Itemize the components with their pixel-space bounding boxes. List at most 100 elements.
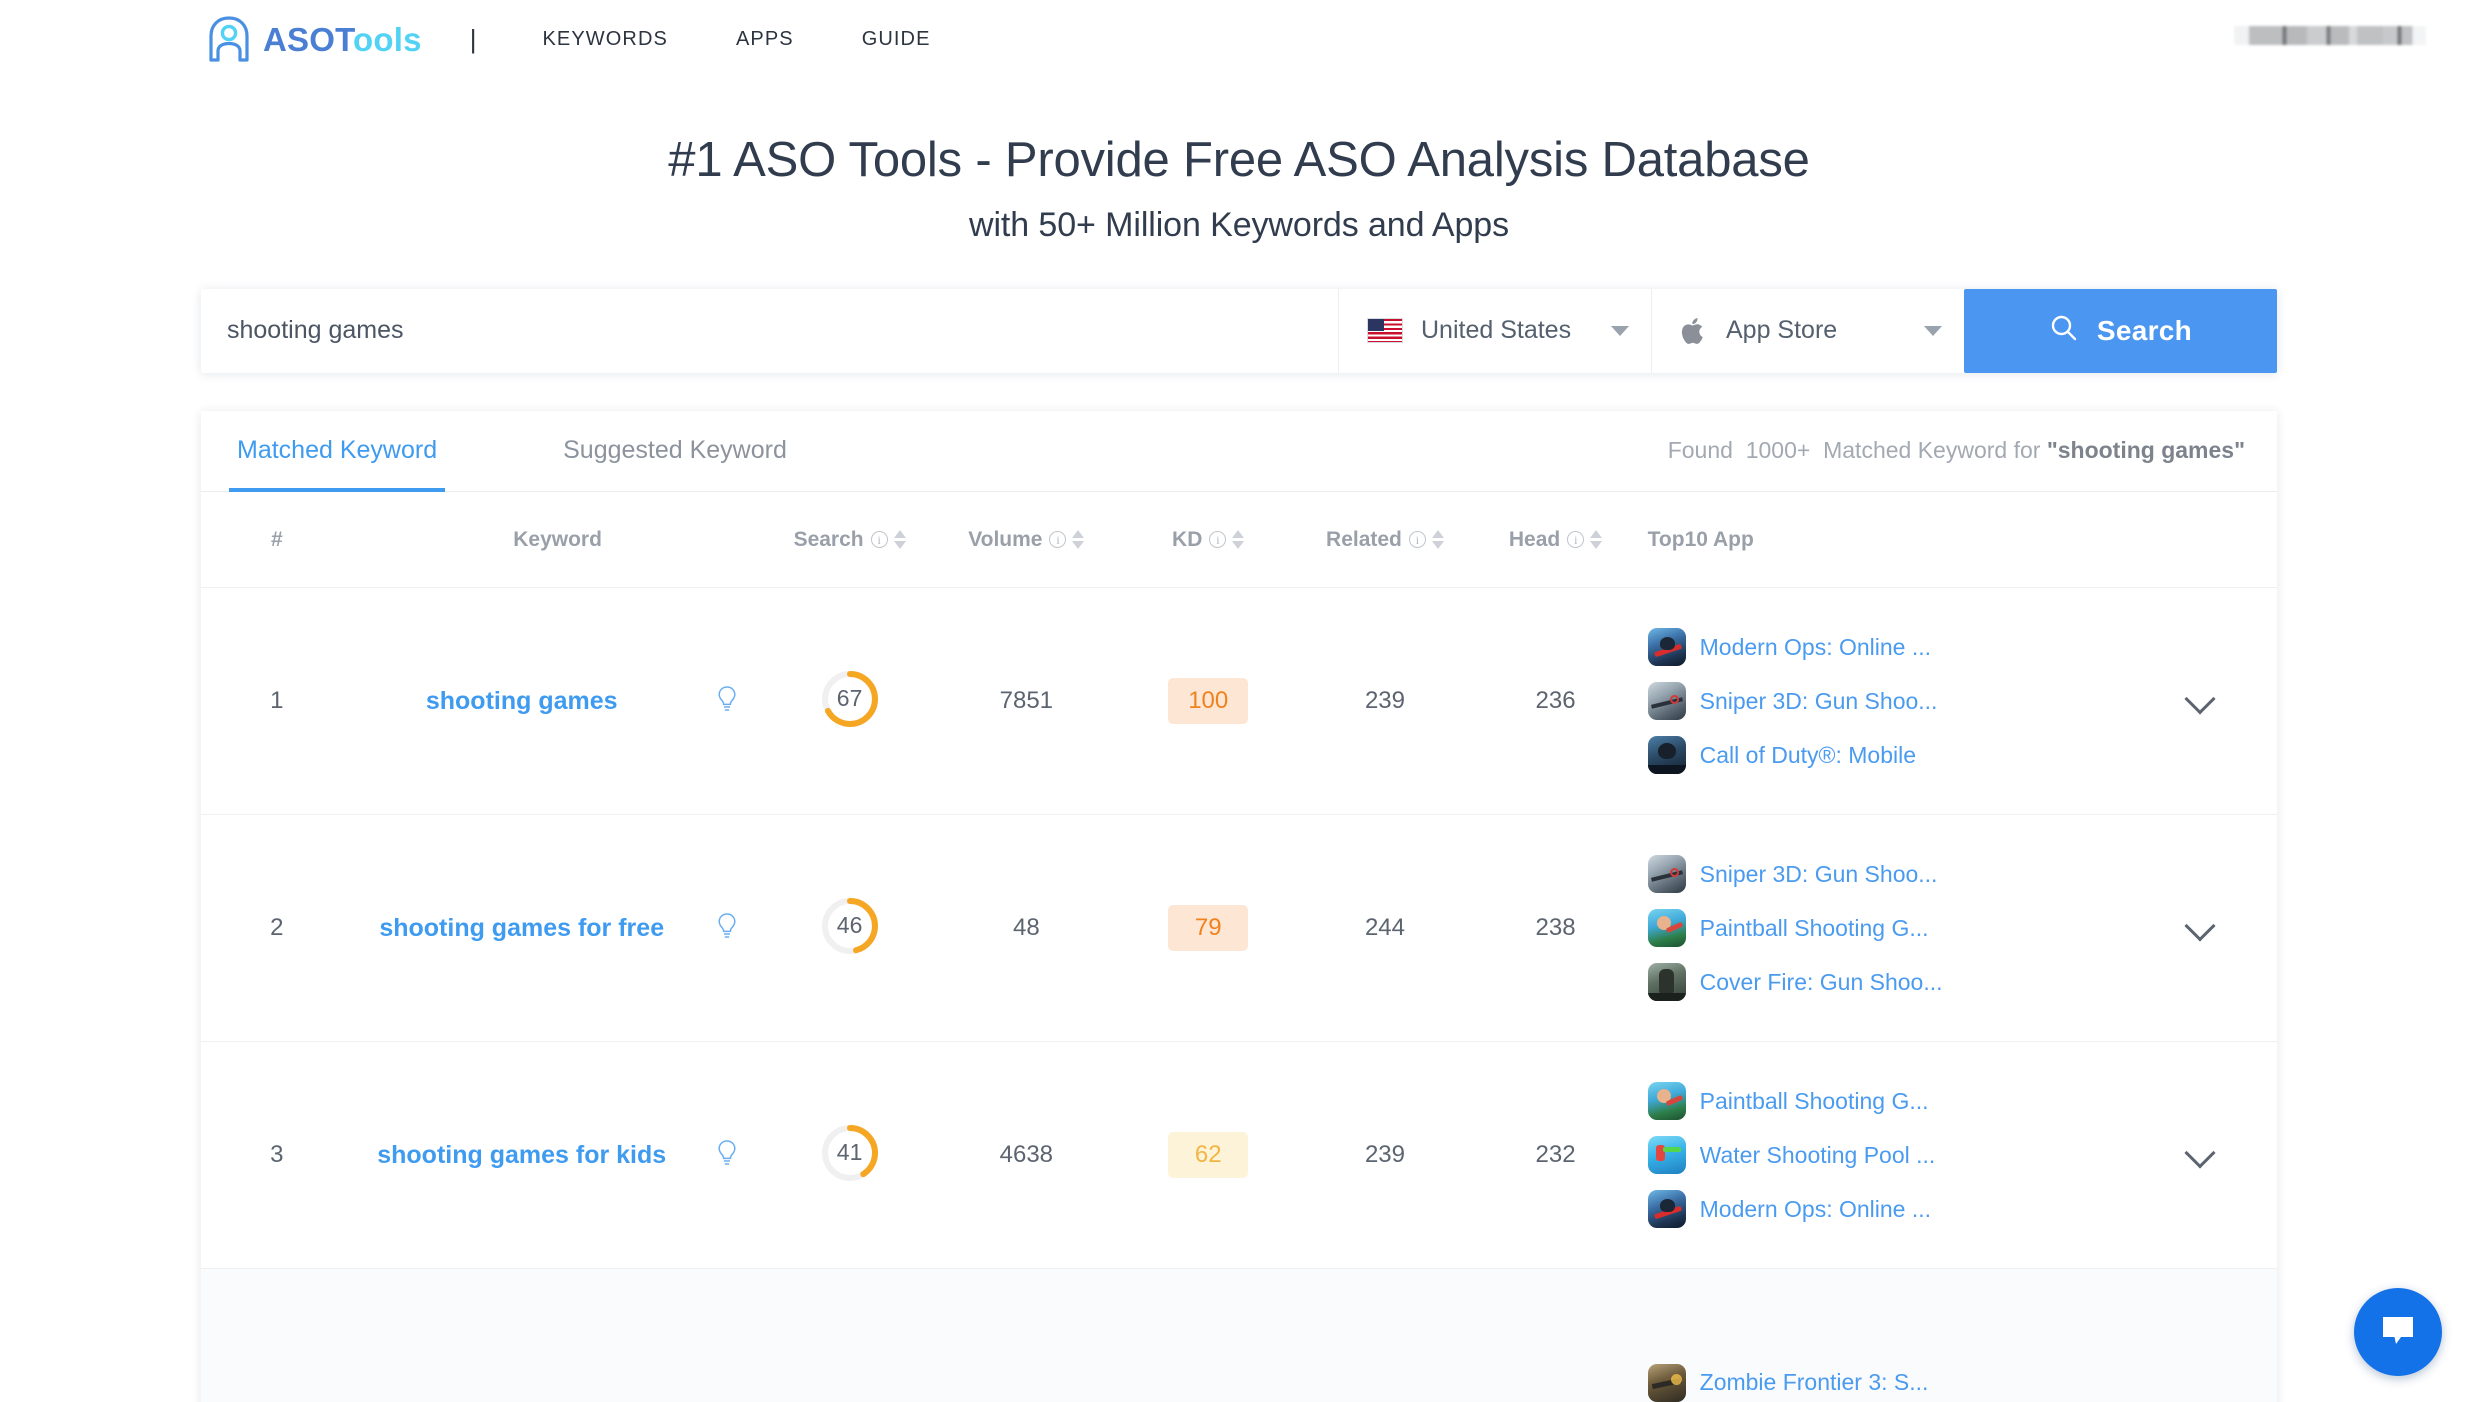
top-navbar: ASOTools | KEYWORDS APPS GUIDE [0, 0, 2478, 79]
search-score-gauge: 67 [819, 668, 881, 730]
table-row[interactable]: Zombie Frontier 3: S... [201, 1268, 2277, 1402]
found-count: 1000+ [1745, 437, 1811, 464]
top10-app-item[interactable]: Water Shooting Pool ... [1647, 1128, 2124, 1182]
row-head: 232 [1535, 1141, 1576, 1169]
keyword-link[interactable]: shooting games for kids [377, 1141, 666, 1169]
search-icon [2049, 313, 2079, 348]
hero-section: #1 ASO Tools - Provide Free ASO Analysis… [0, 79, 2478, 245]
column-header-kd[interactable]: KD i [1116, 492, 1300, 588]
expand-row-chevron-icon[interactable] [2184, 683, 2216, 715]
row-related [1300, 1269, 1469, 1402]
sort-toggle[interactable] [1590, 530, 1603, 550]
lightbulb-icon[interactable] [716, 912, 738, 945]
info-icon[interactable]: i [1567, 531, 1585, 549]
row-expand [2123, 815, 2277, 1042]
search-button[interactable]: Search [1964, 288, 2277, 373]
top10-app-item[interactable]: Modern Ops: Online ... [1647, 620, 2124, 674]
kd-badge: 79 [1168, 905, 1249, 952]
row-keyword: shooting games for kids [353, 1042, 691, 1269]
column-header-head[interactable]: Head i [1470, 492, 1642, 588]
row-search-score: 67 [763, 588, 937, 815]
redacted-account-label [2234, 26, 2426, 45]
logo-wordmark: ASOTools [263, 21, 422, 59]
column-header-related-label: Related [1326, 527, 1402, 551]
logo-text-ools: ools [353, 20, 422, 58]
keyword-link[interactable]: shooting games for free [379, 914, 664, 942]
tab-suggested-keyword-label: Suggested Keyword [563, 436, 787, 465]
top10-app-item[interactable]: Cover Fire: Gun Shoo... [1647, 955, 2124, 1009]
row-index [201, 1269, 353, 1402]
app-icon [1647, 1363, 1686, 1402]
keyword-link[interactable]: shooting games [426, 687, 618, 715]
app-icon [1647, 963, 1686, 1002]
row-lightbulb [691, 1269, 763, 1402]
logo-text-t: T [335, 20, 354, 58]
row-index: 2 [270, 914, 284, 942]
sort-toggle[interactable] [1072, 530, 1085, 550]
column-header-related[interactable]: Related i [1300, 492, 1469, 588]
top10-app-item[interactable]: Sniper 3D: Gun Shoo... [1647, 847, 2124, 901]
nav-link-keywords[interactable]: KEYWORDS [508, 28, 701, 51]
asotools-logo-icon [205, 15, 253, 65]
tab-suggested-keyword[interactable]: Suggested Keyword [555, 411, 795, 491]
top10-app-name: Call of Duty®: Mobile [1699, 741, 1916, 768]
country-select[interactable]: United States [1338, 288, 1651, 373]
table-row[interactable]: 2 shooting games for free 46 48 79 244 238 Snip… [201, 814, 2277, 1042]
chat-widget-button[interactable] [2354, 1288, 2442, 1376]
top10-app-item[interactable]: Modern Ops: Online ... [1647, 1182, 2124, 1236]
sort-toggle[interactable] [1431, 530, 1444, 550]
app-icon [1647, 628, 1686, 667]
row-volume: 7851 [999, 687, 1054, 715]
column-header-search[interactable]: Search i [763, 492, 937, 588]
row-lightbulb [691, 815, 763, 1042]
top10-app-item[interactable]: Sniper 3D: Gun Shoo... [1647, 674, 2124, 728]
top10-app-name: Water Shooting Pool ... [1699, 1141, 1936, 1168]
column-header-keyword-label: Keyword [513, 527, 602, 551]
top10-app-item[interactable]: Paintball Shooting G... [1647, 1074, 2124, 1128]
expand-row-chevron-icon[interactable] [2184, 1137, 2216, 1169]
lightbulb-icon[interactable] [716, 1139, 738, 1172]
search-input[interactable] [227, 316, 1338, 346]
nav-account-area[interactable] [2234, 26, 2426, 45]
info-icon[interactable]: i [870, 531, 888, 549]
row-expand [2123, 1269, 2277, 1402]
table-row[interactable]: 1 shooting games 67 7851 100 239 236 Modern Ops… [201, 587, 2277, 815]
tab-matched-keyword[interactable]: Matched Keyword [229, 411, 446, 492]
row-head: 238 [1535, 914, 1576, 942]
nav-link-guide[interactable]: GUIDE [828, 28, 965, 51]
top10-app-item[interactable]: Call of Duty®: Mobile [1647, 728, 2124, 782]
nav-link-apps[interactable]: APPS [702, 28, 828, 51]
table-row[interactable]: 3 shooting games for kids 41 4638 62 239 232 Pa… [201, 1041, 2277, 1269]
row-volume: 4638 [999, 1141, 1054, 1169]
search-score-value: 67 [836, 685, 863, 712]
expand-row-chevron-icon[interactable] [2184, 910, 2216, 942]
row-related: 244 [1364, 914, 1405, 942]
row-index: 1 [270, 687, 284, 715]
search-bar: United States App Store Search [201, 288, 2277, 373]
app-icon [1647, 682, 1686, 721]
column-header-kd-label: KD [1172, 527, 1203, 551]
found-query: "shooting games" [2046, 437, 2245, 464]
app-icon [1647, 1082, 1686, 1121]
page-subtitle: with 50+ Million Keywords and Apps [969, 205, 1509, 244]
info-icon[interactable]: i [1408, 531, 1426, 549]
top10-app-item[interactable]: Zombie Frontier 3: S... [1647, 1356, 2124, 1402]
search-input-wrapper [201, 289, 1338, 373]
store-select[interactable]: App Store [1651, 288, 1964, 373]
row-kd: 79 [1116, 815, 1300, 1042]
lightbulb-icon[interactable] [716, 685, 738, 718]
info-icon[interactable]: i [1209, 531, 1227, 549]
sort-toggle[interactable] [1232, 530, 1245, 550]
app-icon [1647, 1190, 1686, 1229]
row-head: 236 [1535, 687, 1576, 715]
sort-toggle[interactable] [893, 530, 906, 550]
info-icon[interactable]: i [1049, 531, 1067, 549]
search-score-value: 46 [836, 912, 863, 939]
column-header-volume[interactable]: Volume i [937, 492, 1116, 588]
site-logo[interactable]: ASOTools [205, 15, 422, 65]
row-expand [2123, 1042, 2277, 1269]
row-volume: 48 [1012, 914, 1040, 942]
results-count-text: Found 1000+ Matched Keyword for "shootin… [1668, 437, 2245, 464]
top10-app-name: Sniper 3D: Gun Shoo... [1699, 687, 1938, 714]
top10-app-item[interactable]: Paintball Shooting G... [1647, 901, 2124, 955]
